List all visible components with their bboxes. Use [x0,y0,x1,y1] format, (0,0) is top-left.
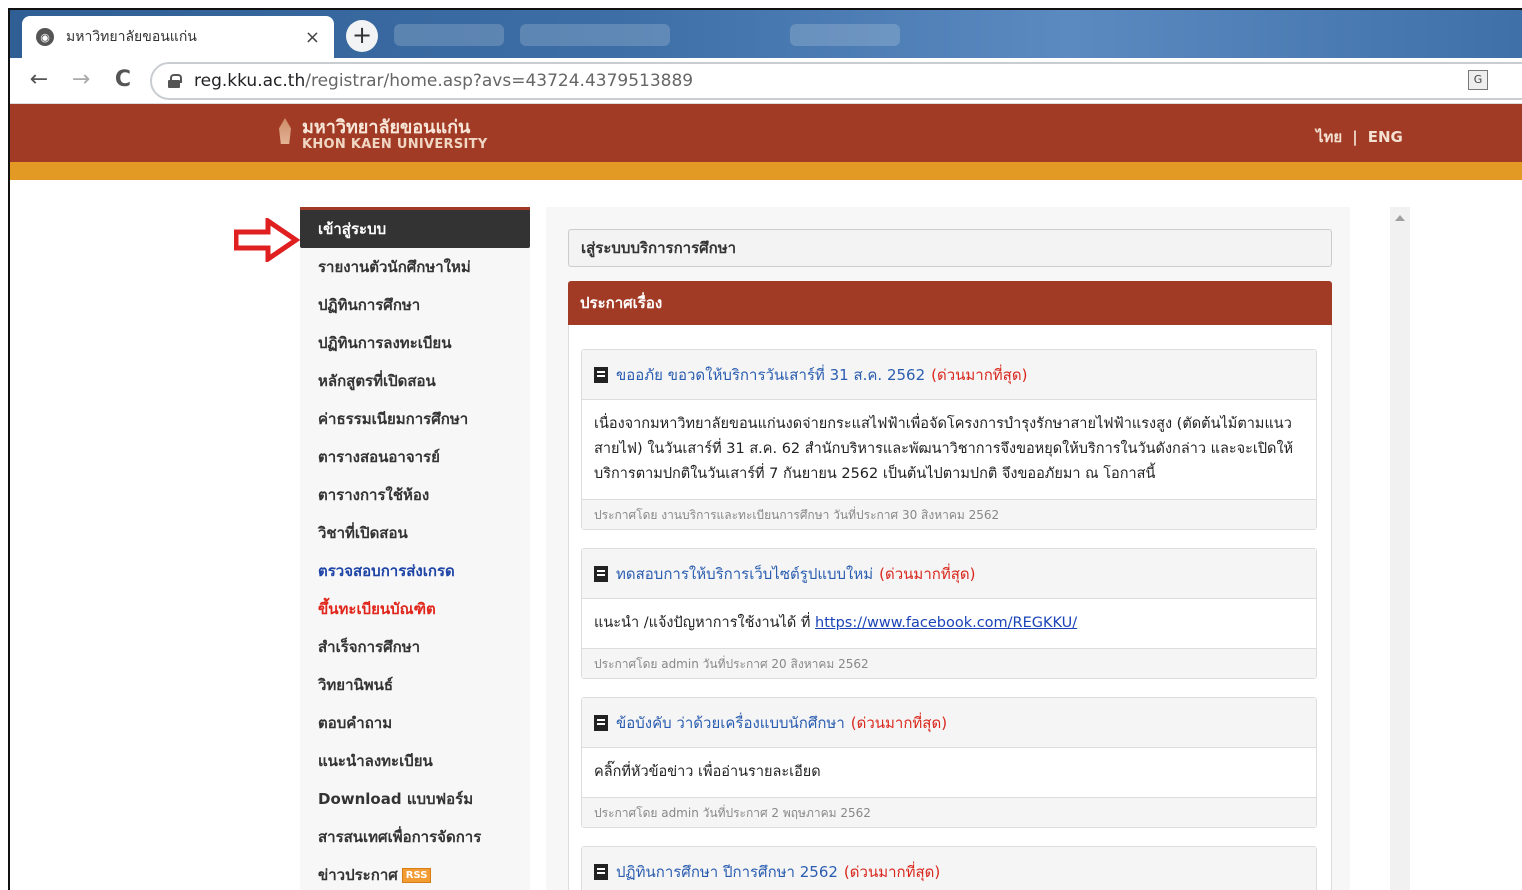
announcements-header: ประกาศเรื่อง [568,281,1332,325]
background-tab[interactable] [394,24,504,46]
translate-icon[interactable]: G [1468,70,1488,90]
sidebar-item-login[interactable]: เข้าสู่ระบบ [300,210,530,248]
sidebar-item-room-schedule[interactable]: ตารางการใช้ห้อง [300,476,530,514]
language-switch: ไทย | ENG [1316,125,1403,149]
sidebar-item-download-forms[interactable]: Download แบบฟอร์ม [300,780,530,818]
sidebar-menu: เข้าสู่ระบบ รายงานตัวนักศึกษาใหม่ ปฏิทิน… [300,207,530,890]
announcement-body: แนะนำ /แจ้งปัญหาการใช้งานได้ ที่ https:/… [582,599,1316,648]
sidebar-item-curricula[interactable]: หลักสูตรที่เปิดสอน [300,362,530,400]
logo-name-english: KHON KAEN UNIVERSITY [302,137,488,152]
announcement-card: ขออภัย ขอวดให้บริการวันเสาร์ที่ 31 ส.ค. … [581,349,1317,530]
urgent-label: (ด่วนมากที่สุด) [931,365,1028,384]
document-icon [594,565,608,582]
announcement-title-link[interactable]: ขออภัย ขอวดให้บริการวันเสาร์ที่ 31 ส.ค. … [582,350,1316,400]
background-tab[interactable] [790,24,900,46]
rss-icon[interactable]: RSS [401,868,432,883]
document-icon [594,366,608,383]
sidebar-item-faq[interactable]: ตอบคำถาม [300,704,530,742]
announcement-title-link[interactable]: ปฏิทินการศึกษา ปีการศึกษา 2562 (ด่วนมากท… [582,847,1316,890]
url-path: /registrar/home.asp?avs=43724.4379513889 [305,71,694,91]
sidebar-item-registration-calendar[interactable]: ปฏิทินการลงทะเบียน [300,324,530,362]
announcement-card: ทดสอบการให้บริการเว็บไซต์รูปแบบใหม่ (ด่ว… [581,548,1317,679]
logo-name-thai: มหาวิทยาลัยขอนแก่น [302,117,471,138]
announcement-footer: ประกาศโดย admin วันที่ประกาศ 20 สิงหาคม … [582,648,1316,678]
sidebar-item-news[interactable]: ข่าวประกาศ RSS [300,856,530,890]
urgent-label: (ด่วนมากที่สุด) [850,713,948,732]
announcement-footer: ประกาศโดย admin วันที่ประกาศ 2 พฤษภาคม 2… [582,797,1316,827]
sidebar-item-graduation[interactable]: สำเร็จการศึกษา [300,628,530,666]
new-tab-button[interactable]: + [346,20,378,52]
lang-english-link[interactable]: ENG [1368,128,1403,146]
page-scrollbar[interactable] [1390,207,1410,890]
lang-thai-link[interactable]: ไทย [1316,128,1342,146]
tab-title: มหาวิทยาลัยขอนแก่น [66,29,197,45]
sidebar-item-graduate-registration[interactable]: ขึ้นทะเบียนบัณฑิต [300,590,530,628]
url-host: reg.kku.ac.th [194,71,306,91]
address-bar[interactable]: reg.kku.ac.th/registrar/home.asp?avs=437… [150,62,1522,100]
logo-emblem-icon [276,118,294,152]
sidebar-item-new-student-report[interactable]: รายงานตัวนักศึกษาใหม่ [300,248,530,286]
globe-icon: ◉ [36,28,54,46]
browser-window: ◉ มหาวิทยาลัยขอนแก่น × + ← → C reg.kku.a… [8,8,1522,890]
breadcrumb: เสู่ระบบบริการการศึกษา [568,229,1332,267]
sidebar-item-registration-guide[interactable]: แนะนำลงทะเบียน [300,742,530,780]
sidebar-item-tuition-fees[interactable]: ค่าธรรมเนียมการศึกษา [300,400,530,438]
lock-icon[interactable] [168,74,182,88]
sidebar-item-thesis[interactable]: วิทยานิพนธ์ [300,666,530,704]
urgent-label: (ด่วนมากที่สุด) [843,862,941,881]
forward-arrow-icon[interactable]: → [66,66,96,96]
announcement-title[interactable]: ข้อบังคับ ว่าด้วยเครื่องแบบนักศึกษา [616,711,845,735]
sidebar-item-academic-calendar[interactable]: ปฏิทินการศึกษา [300,286,530,324]
active-tab[interactable]: ◉ มหาวิทยาลัยขอนแก่น × [22,16,334,58]
announcement-body: เนื่องจากมหาวิทยาลัยขอนแก่นงดจ่ายกระแสไฟ… [594,416,1294,482]
sidebar-item-grade-check[interactable]: ตรวจสอบการส่งเกรด [300,552,530,590]
sidebar-item-teacher-schedule[interactable]: ตารางสอนอาจารย์ [300,438,530,476]
reload-icon[interactable]: C [108,66,138,96]
announcement-footer: ประกาศโดย งานบริการและทะเบียนการศึกษา วั… [582,499,1316,529]
university-logo[interactable]: มหาวิทยาลัยขอนแก่น KHON KAEN UNIVERSITY [276,118,488,152]
urgent-label: (ด่วนมากที่สุด) [879,564,976,583]
announcement-card: ปฏิทินการศึกษา ปีการศึกษา 2562 (ด่วนมากท… [581,846,1317,890]
document-icon [594,863,608,880]
sidebar-item-courses-offered[interactable]: วิชาที่เปิดสอน [300,514,530,552]
background-tab[interactable] [520,24,670,46]
browser-toolbar: ← → C reg.kku.ac.th/registrar/home.asp?a… [10,58,1522,104]
announcement-body: คลิ๊กที่หัวข้อข่าว เพื่ออ่านรายละเอียด [594,764,821,780]
red-arrow-pointer-icon [234,218,300,262]
main-content: เสู่ระบบบริการการศึกษา ประกาศเรื่อง ขออภ… [546,207,1350,890]
announcement-title-link[interactable]: ข้อบังคับ ว่าด้วยเครื่องแบบนักศึกษา (ด่ว… [582,698,1316,748]
scroll-up-arrow-icon[interactable] [1395,215,1405,221]
announcement-title[interactable]: ทดสอบการให้บริการเว็บไซต์รูปแบบใหม่ [616,562,873,586]
announcement-title[interactable]: ขออภัย ขอวดให้บริการวันเสาร์ที่ 31 ส.ค. … [616,363,925,387]
announcement-title[interactable]: ปฏิทินการศึกษา ปีการศึกษา 2562 [616,860,838,884]
document-icon [594,714,608,731]
back-arrow-icon[interactable]: ← [24,66,54,96]
announcements-panel: ขออภัย ขอวดให้บริการวันเสาร์ที่ 31 ส.ค. … [568,325,1332,890]
close-tab-icon[interactable]: × [305,27,320,48]
facebook-link[interactable]: https://www.facebook.com/REGKKU/ [815,615,1077,631]
tab-strip: ◉ มหาวิทยาลัยขอนแก่น × + [10,10,1522,58]
announcement-title-link[interactable]: ทดสอบการให้บริการเว็บไซต์รูปแบบใหม่ (ด่ว… [582,549,1316,599]
announcement-card: ข้อบังคับ ว่าด้วยเครื่องแบบนักศึกษา (ด่ว… [581,697,1317,828]
site-header [10,104,1522,162]
lang-separator: | [1352,128,1358,146]
sidebar-item-mis[interactable]: สารสนเทศเพื่อการจัดการ [300,818,530,856]
header-accent-strip [10,162,1522,180]
sidebar-item-news-label: ข่าวประกาศ [318,866,398,884]
announcement-body-text: แนะนำ /แจ้งปัญหาการใช้งานได้ ที่ [594,615,811,631]
